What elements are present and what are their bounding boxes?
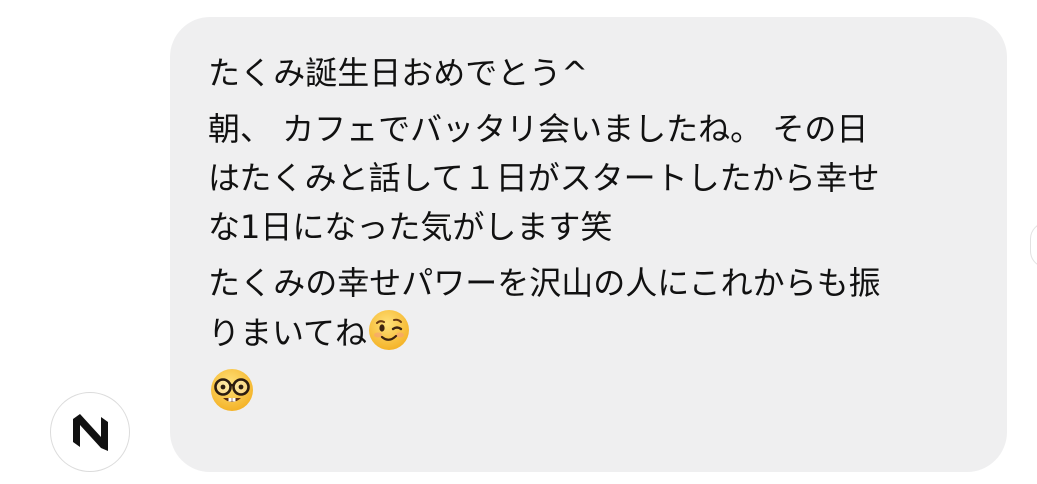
message-line-5: たくみの幸せパワーを沢山の人にこれからも振 <box>208 264 881 302</box>
sender-avatar[interactable] <box>50 392 130 472</box>
message-bubble[interactable]: たくみ誕生日おめでとう^ 朝、 カフェでバッタリ会いましたね。 その日 はたくみ… <box>170 17 1007 472</box>
message-line-1: たくみ誕生日おめでとう^ <box>208 54 589 92</box>
message-line-6-text: りまいてね <box>208 314 368 352</box>
adjacent-message-edge <box>1030 222 1037 268</box>
brand-logo-icon <box>73 414 108 451</box>
message-line-4: な1日になった気がします笑 <box>208 208 613 246</box>
message-line-2: 朝、 カフェでバッタリ会いましたね。 その日 <box>208 110 869 148</box>
nerd-face-icon <box>208 366 256 418</box>
message-line-3: はたくみと話して１日がスタートしたから幸せ <box>208 159 880 197</box>
message-line-6: りまいてね <box>208 308 975 366</box>
winking-face-icon <box>367 308 411 366</box>
emoji-line <box>208 366 975 418</box>
